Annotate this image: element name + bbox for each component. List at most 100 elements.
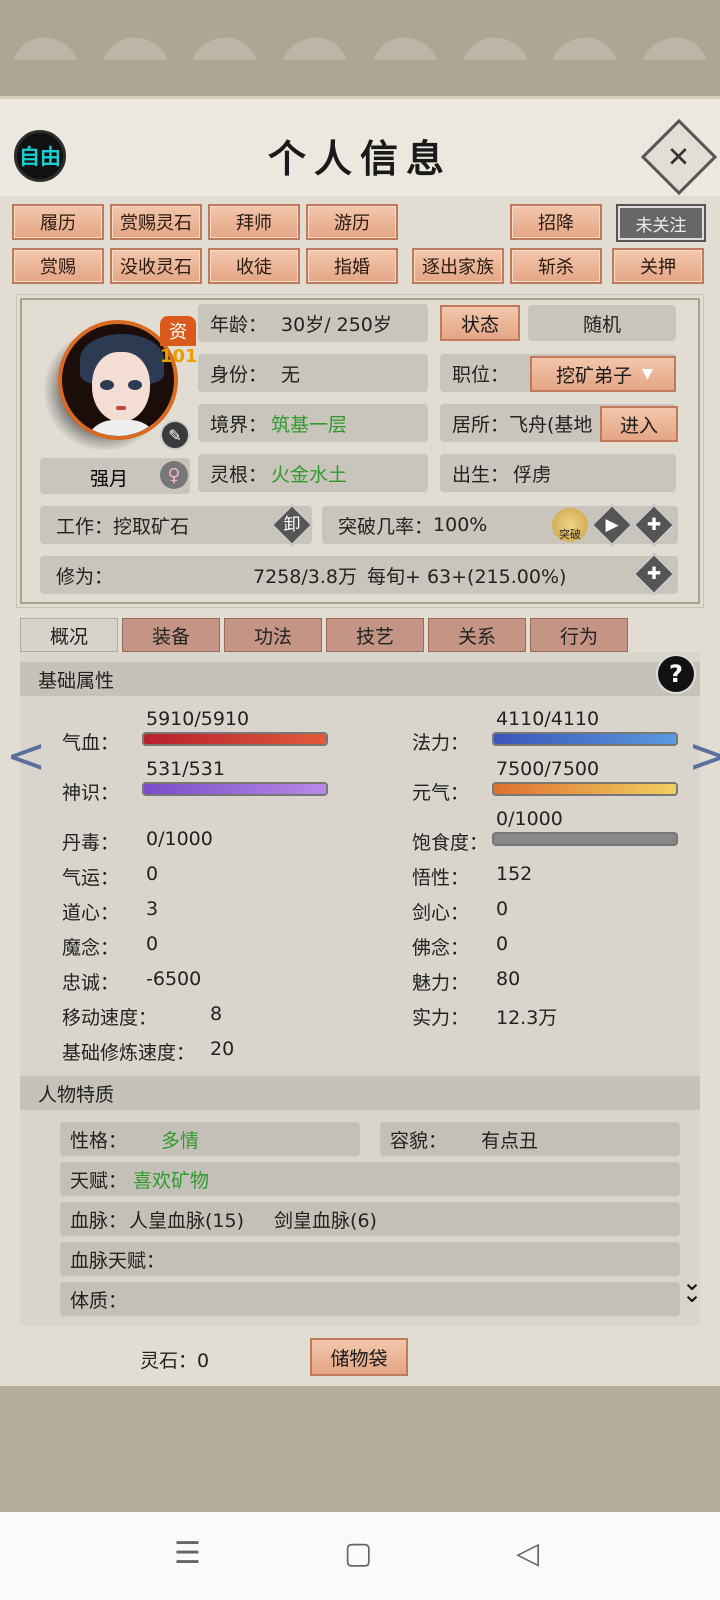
satiety-bar bbox=[492, 832, 678, 846]
imprison-button[interactable]: 关押 bbox=[612, 248, 704, 284]
history-button[interactable]: 履历 bbox=[12, 204, 104, 240]
breakthrough-icon-text: 突破 bbox=[559, 528, 581, 541]
talent-label: 天赋： bbox=[70, 1169, 128, 1192]
birth-field: 出生： 俘虏 bbox=[440, 454, 676, 492]
quality-badge: 资 101 bbox=[160, 316, 198, 367]
prev-character-icon[interactable]: < bbox=[6, 728, 46, 784]
breakthrough-icon[interactable]: 突破 bbox=[552, 508, 588, 542]
tab-crafts[interactable]: 技艺 bbox=[326, 618, 424, 652]
reward-stone-button[interactable]: 赏赐灵石 bbox=[110, 204, 202, 240]
age-label: 年龄： bbox=[210, 313, 268, 336]
vital-bar-fill bbox=[494, 784, 676, 794]
sword-heart-label: 剑心： bbox=[412, 902, 470, 924]
charm-value: 80 bbox=[496, 968, 521, 990]
edit-brush-icon[interactable]: ✎ bbox=[160, 420, 190, 450]
work-value: 挖取矿石 bbox=[113, 515, 190, 538]
dao-heart-value: 3 bbox=[146, 898, 159, 920]
comprehension-label: 悟性： bbox=[412, 867, 470, 889]
mp-bar-fill bbox=[494, 734, 676, 744]
confiscate-stone-button[interactable]: 没收灵石 bbox=[110, 248, 202, 284]
spirit-stone-label: 灵石：0 bbox=[140, 1350, 210, 1372]
bloodline-talent-field: 血脉天赋： bbox=[60, 1242, 680, 1276]
expand-more-icon[interactable]: ⌄ ⌄ bbox=[672, 1270, 712, 1306]
move-speed-value: 8 bbox=[210, 1003, 223, 1025]
cultivation-field: 修为： 7258/3.8万 每旬+ 63+(215.00%) bbox=[40, 556, 678, 594]
demon-thought-label: 魔念： bbox=[62, 937, 120, 959]
looks-label: 容貌： bbox=[390, 1129, 448, 1152]
cultivation-value: 7258/3.8万 bbox=[253, 565, 357, 588]
personality-value: 多情 bbox=[161, 1129, 200, 1152]
mp-label: 法力： bbox=[412, 732, 470, 754]
unload-label: 卸 bbox=[283, 515, 301, 535]
buddha-thought-label: 佛念： bbox=[412, 937, 470, 959]
tab-actions[interactable]: 行为 bbox=[530, 618, 628, 652]
base-cultivation-speed-label: 基础修炼速度： bbox=[62, 1042, 196, 1064]
luck-label: 气运： bbox=[62, 867, 120, 889]
comprehension-value: 152 bbox=[496, 863, 533, 885]
move-speed-label: 移动速度： bbox=[62, 1007, 158, 1029]
storage-bag-button[interactable]: 储物袋 bbox=[310, 1338, 408, 1376]
reward-button[interactable]: 赏赐 bbox=[12, 248, 104, 284]
talent-field: 天赋： 喜欢矿物 bbox=[60, 1162, 680, 1196]
bloodline-value-2: 剑皇血脉(6) bbox=[274, 1209, 377, 1232]
vital-label: 元气： bbox=[412, 782, 470, 804]
avatar-eye-left bbox=[100, 380, 114, 390]
work-label: 工作： bbox=[56, 515, 114, 538]
loyalty-label: 忠诚： bbox=[62, 972, 120, 994]
execute-button[interactable]: 斩杀 bbox=[510, 248, 602, 284]
sense-value: 531/531 bbox=[146, 758, 225, 780]
enter-button[interactable]: 进入 bbox=[600, 406, 678, 442]
female-icon: ♀ bbox=[160, 461, 188, 489]
take-disciple-button[interactable]: 收徒 bbox=[208, 248, 300, 284]
talent-value: 喜欢矿物 bbox=[133, 1169, 210, 1192]
next-character-icon[interactable]: > bbox=[688, 728, 720, 784]
basic-attributes-header: 基础属性 bbox=[20, 662, 700, 696]
tab-equipment[interactable]: 装备 bbox=[122, 618, 220, 652]
watch-toggle[interactable]: 未关注 bbox=[616, 204, 706, 242]
charm-label: 魅力： bbox=[412, 972, 470, 994]
travel-button[interactable]: 游历 bbox=[306, 204, 398, 240]
menu-icon[interactable]: ☰ bbox=[174, 1536, 201, 1571]
identity-label: 身份： bbox=[210, 363, 268, 386]
quality-label: 资 bbox=[160, 316, 196, 346]
breakthrough-label: 突破几率： bbox=[338, 515, 434, 538]
random-button[interactable]: 随机 bbox=[528, 305, 676, 341]
avatar-mouth bbox=[116, 406, 126, 410]
position-dropdown[interactable]: 挖矿弟子 ▼ bbox=[530, 356, 676, 392]
hp-label: 气血： bbox=[62, 732, 120, 754]
physique-field: 体质： bbox=[60, 1282, 680, 1316]
identity-value: 无 bbox=[281, 363, 301, 386]
bloodline-label: 血脉： bbox=[70, 1209, 128, 1232]
breakthrough-value: 100% bbox=[433, 514, 488, 536]
birth-value: 俘虏 bbox=[513, 463, 552, 486]
sword-heart-value: 0 bbox=[496, 898, 509, 920]
back-icon[interactable]: ◁ bbox=[516, 1536, 539, 1571]
age-field: 年龄： 30岁/ 250岁 bbox=[198, 304, 428, 342]
strength-label: 实力： bbox=[412, 1007, 470, 1029]
tab-overview[interactable]: 概况 bbox=[20, 618, 118, 652]
loyalty-value: -6500 bbox=[146, 968, 202, 990]
tab-relations[interactable]: 关系 bbox=[428, 618, 526, 652]
cultivation-rate: 每旬+ 63+(215.00%) bbox=[367, 565, 567, 588]
personality-field: 性格： 多情 bbox=[60, 1122, 360, 1156]
take-master-button[interactable]: 拜师 bbox=[208, 204, 300, 240]
position-value: 挖矿弟子 bbox=[556, 364, 633, 387]
status-button[interactable]: 状态 bbox=[440, 305, 520, 341]
vital-value: 7500/7500 bbox=[496, 758, 600, 780]
mp-value: 4110/4110 bbox=[496, 708, 600, 730]
chevron-down-icon: ▼ bbox=[642, 366, 653, 382]
satiety-value: 0/1000 bbox=[496, 808, 563, 830]
cultivation-label: 修为： bbox=[56, 565, 114, 588]
help-icon[interactable]: ? bbox=[656, 654, 696, 694]
dao-heart-label: 道心： bbox=[62, 902, 120, 924]
strength-value: 12.3万 bbox=[496, 1007, 558, 1029]
top-background bbox=[0, 0, 720, 100]
home-icon[interactable]: ▢ bbox=[344, 1536, 372, 1571]
poison-label: 丹毒： bbox=[62, 832, 120, 854]
bloodline-talent-label: 血脉天赋： bbox=[70, 1249, 166, 1272]
expel-family-button[interactable]: 逐出家族 bbox=[412, 248, 504, 284]
satiety-label: 饱食度： bbox=[412, 832, 489, 854]
arrange-marriage-button[interactable]: 指婚 bbox=[306, 248, 398, 284]
tab-skills[interactable]: 功法 bbox=[224, 618, 322, 652]
recruit-button[interactable]: 招降 bbox=[510, 204, 602, 240]
